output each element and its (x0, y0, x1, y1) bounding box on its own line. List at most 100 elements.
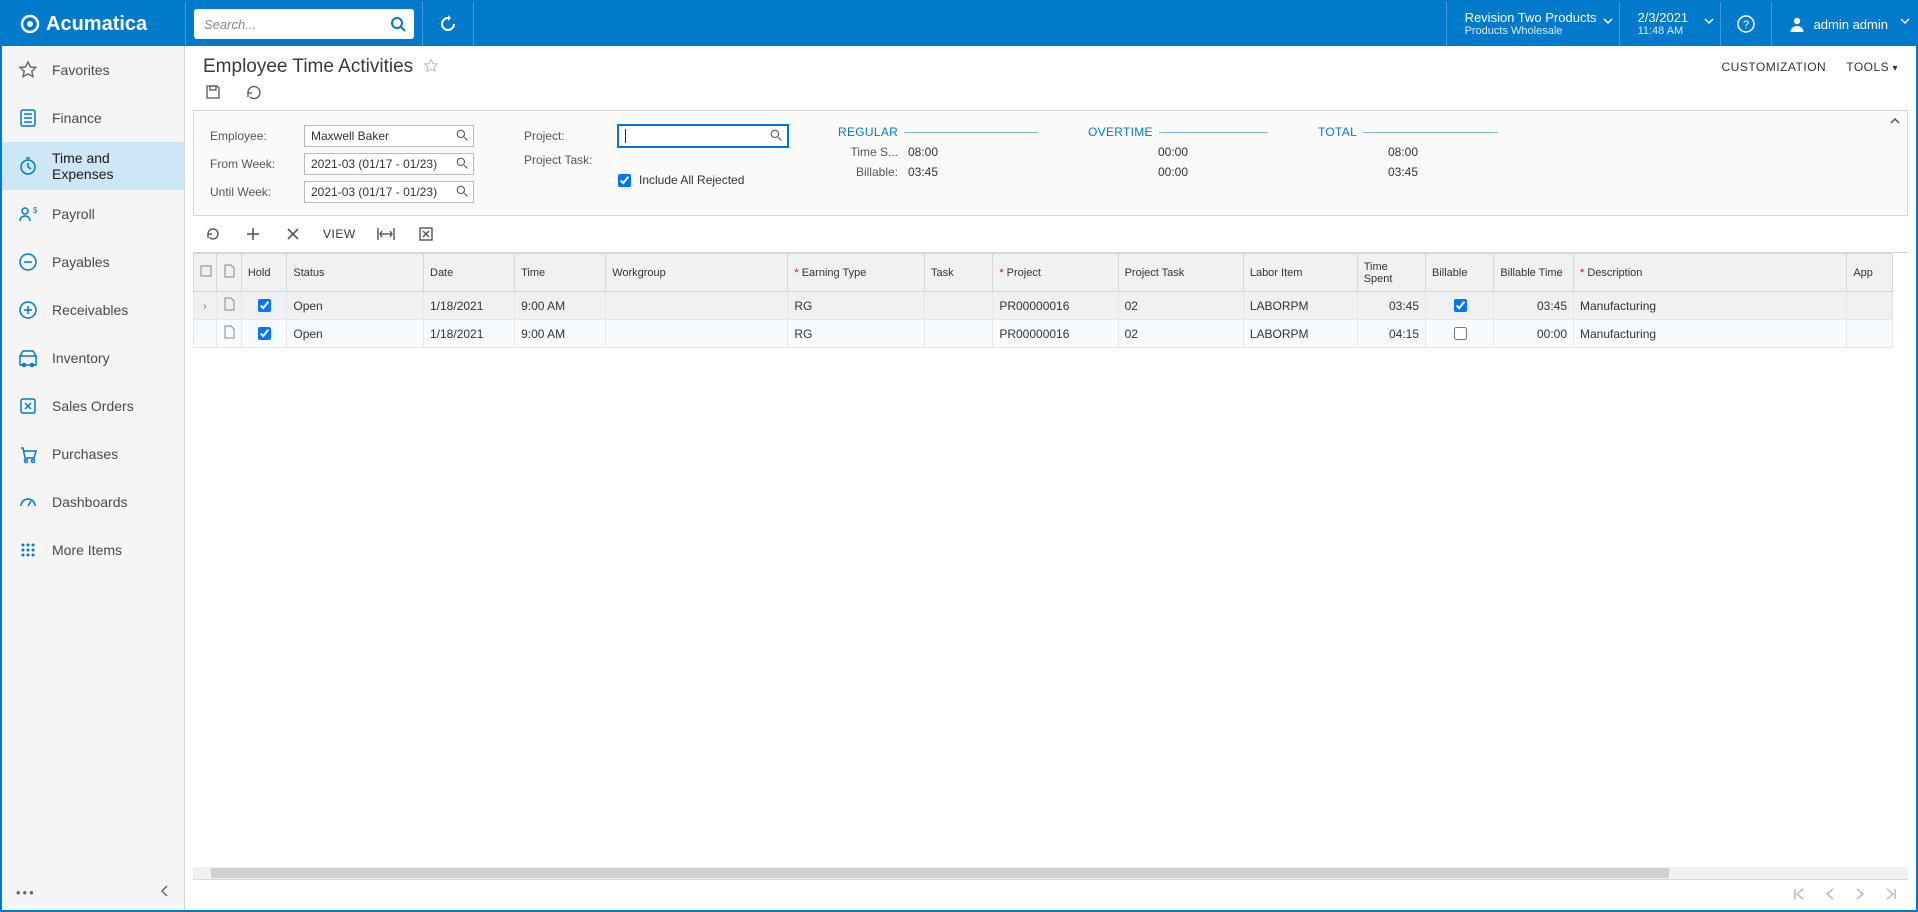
from-week-selector[interactable]: 2021-03 (01/17 - 01/23) (304, 153, 474, 175)
sidebar-item-label: Favorites (52, 62, 110, 78)
row-notes-icon[interactable] (216, 320, 241, 348)
sidebar-item-label: Dashboards (52, 494, 128, 510)
company-selector[interactable]: Revision Two Products Products Wholesale (1447, 2, 1619, 46)
until-week-selector[interactable]: 2021-03 (01/17 - 01/23) (304, 181, 474, 203)
sidebar-item-label: Receivables (52, 302, 128, 318)
sidebar-item-label: Finance (52, 110, 102, 126)
brand-logo[interactable]: Acumatica (2, 2, 185, 46)
col-hold[interactable]: Hold (241, 254, 287, 292)
sidebar-item-receivables[interactable]: Receivables (2, 286, 184, 334)
col-task[interactable]: Task (925, 254, 993, 292)
grid-pager (185, 880, 1916, 910)
col-workgroup[interactable]: Workgroup (606, 254, 788, 292)
pager-last-icon[interactable] (1884, 887, 1898, 904)
employee-selector[interactable]: Maxwell Baker (304, 125, 474, 147)
grid: Hold Status Date Time Workgroup Earning … (193, 252, 1908, 880)
grid-horizontal-scrollbar[interactable] (193, 867, 1908, 879)
col-time-spent[interactable]: Time Spent (1357, 254, 1425, 292)
col-description[interactable]: Description (1574, 254, 1847, 292)
lookup-icon[interactable] (456, 185, 469, 198)
lookup-icon[interactable] (456, 157, 469, 170)
col-date[interactable]: Date (424, 254, 515, 292)
svg-text:$: $ (33, 206, 38, 215)
lookup-icon[interactable] (456, 129, 469, 142)
tools-menu[interactable]: TOOLS (1846, 60, 1898, 74)
grid-view-button[interactable]: VIEW (323, 227, 356, 241)
cancel-button[interactable] (243, 82, 263, 102)
pager-prev-icon[interactable] (1824, 887, 1836, 904)
row-time: 9:00 AM (515, 292, 606, 320)
chevron-down-icon (1704, 16, 1714, 26)
ellipsis-icon[interactable]: ••• (16, 885, 36, 900)
main-content: Employee Time Activities CUSTOMIZATION T… (185, 46, 1916, 910)
col-billable[interactable]: Billable (1426, 254, 1494, 292)
collapse-sidebar-icon[interactable] (160, 885, 170, 900)
col-project[interactable]: Project (993, 254, 1118, 292)
sidebar-item-payables[interactable]: Payables (2, 238, 184, 286)
collapse-panel-icon[interactable] (1889, 115, 1901, 130)
row-labor-item: LABORPM (1243, 292, 1357, 320)
sidebar-item-sales-orders[interactable]: Sales Orders (2, 382, 184, 430)
row-task (925, 320, 993, 348)
sidebar-item-favorites[interactable]: Favorites (2, 46, 184, 94)
grid-refresh-button[interactable] (203, 224, 223, 244)
row-task (925, 292, 993, 320)
grid-header-row: Hold Status Date Time Workgroup Earning … (194, 254, 1893, 292)
business-date[interactable]: 2/3/2021 11:48 AM (1620, 2, 1720, 46)
col-attachments[interactable] (194, 254, 217, 292)
pager-first-icon[interactable] (1792, 887, 1806, 904)
total-time-spent: 08:00 (1388, 145, 1418, 159)
col-earning-type[interactable]: Earning Type (788, 254, 925, 292)
sidebar-item-finance[interactable]: Finance (2, 94, 184, 142)
until-week-value: 2021-03 (01/17 - 01/23) (311, 185, 437, 199)
regular-section-title: REGULAR (838, 125, 898, 139)
col-labor-item[interactable]: Labor Item (1243, 254, 1357, 292)
pager-next-icon[interactable] (1854, 887, 1866, 904)
save-button[interactable] (203, 82, 223, 102)
row-billable-checkbox[interactable] (1426, 292, 1494, 320)
col-status[interactable]: Status (287, 254, 424, 292)
grid-export-button[interactable] (416, 224, 436, 244)
total-billable: 03:45 (1388, 165, 1418, 179)
employee-value: Maxwell Baker (311, 129, 389, 143)
sidebar-item-label: More Items (52, 542, 122, 558)
project-label: Project: (524, 129, 610, 143)
help-button[interactable]: ? (1721, 2, 1771, 46)
table-row[interactable]: ›Open1/18/20219:00 AMRGPR0000001602LABOR… (194, 292, 1893, 320)
grid-add-button[interactable] (243, 224, 263, 244)
row-hold-checkbox[interactable] (241, 292, 287, 320)
include-rejected-checkbox[interactable] (618, 174, 631, 187)
user-name: admin admin (1814, 17, 1888, 32)
col-billable-time[interactable]: Billable Time (1494, 254, 1574, 292)
global-search[interactable] (194, 9, 414, 39)
lookup-icon[interactable] (770, 129, 783, 142)
page-title: Employee Time Activities (203, 56, 413, 78)
grid-fit-columns-button[interactable] (376, 224, 396, 244)
sidebar-item-inventory[interactable]: Inventory (2, 334, 184, 382)
grid-delete-button[interactable] (283, 224, 303, 244)
favorite-star-icon[interactable] (423, 58, 439, 77)
project-selector[interactable] (618, 125, 788, 147)
sidebar-item-payroll[interactable]: $ Payroll (2, 190, 184, 238)
col-notes[interactable] (216, 254, 241, 292)
regular-time-spent: 08:00 (908, 145, 938, 159)
sidebar-item-dashboards[interactable]: Dashboards (2, 478, 184, 526)
row-project: PR00000016 (993, 320, 1118, 348)
search-input[interactable] (202, 16, 390, 33)
table-row[interactable]: Open1/18/20219:00 AMRGPR0000001602LABORP… (194, 320, 1893, 348)
col-approver[interactable]: App (1847, 254, 1893, 292)
overtime-billable: 00:00 (1158, 165, 1188, 179)
row-notes-icon[interactable] (216, 292, 241, 320)
row-billable-checkbox[interactable] (1426, 320, 1494, 348)
col-project-task[interactable]: Project Task (1118, 254, 1243, 292)
sidebar-item-purchases[interactable]: Purchases (2, 430, 184, 478)
col-time[interactable]: Time (515, 254, 606, 292)
business-date-value: 2/3/2021 (1638, 11, 1710, 25)
row-hold-checkbox[interactable] (241, 320, 287, 348)
user-menu[interactable]: admin admin (1772, 2, 1916, 46)
sidebar-item-more[interactable]: More Items (2, 526, 184, 574)
sidebar-item-time-expenses[interactable]: Time and Expenses (2, 142, 184, 190)
customization-link[interactable]: CUSTOMIZATION (1721, 60, 1826, 74)
from-week-label: From Week: (210, 157, 296, 171)
refresh-button[interactable] (423, 2, 473, 46)
